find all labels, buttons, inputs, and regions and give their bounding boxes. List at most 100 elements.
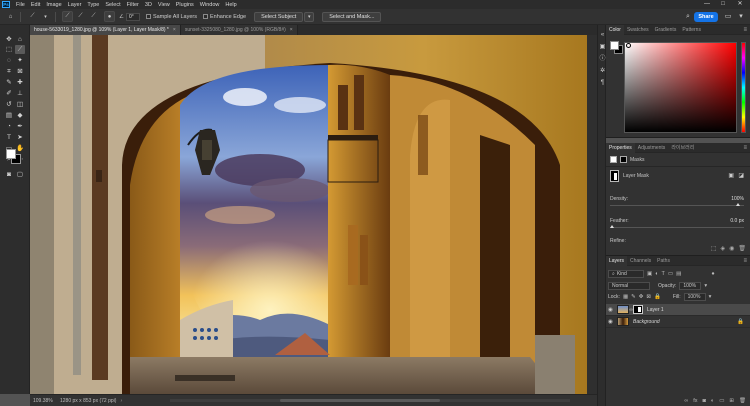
filter-toggle-icon[interactable]: ●	[711, 271, 714, 277]
crop-tool-icon[interactable]: ⌗	[4, 67, 14, 76]
blur-tool-icon[interactable]: ◆	[15, 111, 25, 120]
disable-mask-icon[interactable]: ◉	[729, 245, 734, 252]
visibility-eye-icon[interactable]: ◉	[606, 307, 615, 313]
layer-name[interactable]: Background	[633, 319, 660, 325]
close-icon[interactable]: ×	[290, 27, 293, 33]
tab-layers[interactable]: Layers	[606, 255, 628, 266]
artboard-tool-icon[interactable]: ⌂	[15, 35, 25, 44]
quick-mask-icon[interactable]: ◙	[4, 170, 14, 179]
layer-name[interactable]: Layer 1	[647, 307, 664, 313]
eraser-tool-icon[interactable]: ◫	[15, 100, 25, 109]
magic-wand-tool-icon[interactable]: ✦	[15, 56, 25, 65]
lock-artboard-icon[interactable]: ⊠	[646, 294, 651, 300]
pixel-filter-icon[interactable]: ▣	[647, 271, 652, 277]
history-brush-tool-icon[interactable]: ↺	[4, 100, 14, 109]
color-saturation-field[interactable]	[624, 42, 737, 133]
menu-view[interactable]: View	[155, 2, 173, 8]
mask-icon[interactable]: ◙	[703, 398, 706, 404]
zoom-level[interactable]: 109.38%	[30, 398, 56, 404]
color-picker-cursor[interactable]	[626, 43, 631, 48]
menu-window[interactable]: Window	[197, 2, 223, 8]
tab-swatches[interactable]: Swatches	[624, 25, 652, 35]
foreground-color-swatch[interactable]	[610, 41, 619, 50]
feather-slider-handle[interactable]	[610, 225, 614, 228]
menu-help[interactable]: Help	[222, 2, 239, 8]
vertical-scrollbar[interactable]	[587, 35, 597, 394]
close-window-button[interactable]: ✕	[733, 0, 747, 9]
chevron-down-icon[interactable]: ▾	[304, 11, 315, 22]
layer-row-background[interactable]: ◉ Background 🔒	[606, 316, 750, 328]
chevron-right-icon[interactable]: ›	[120, 398, 122, 404]
type-tool-icon[interactable]: T	[4, 133, 14, 142]
select-pixel-mask-icon[interactable]: ▣	[728, 172, 734, 179]
adjustment-filter-icon[interactable]: ◐	[655, 271, 658, 277]
tab-properties[interactable]: Properties	[606, 142, 635, 153]
hand-tool-icon[interactable]: ✋	[15, 144, 25, 153]
tab-channels[interactable]: Channels	[627, 256, 654, 266]
gradient-tool-icon[interactable]: ▤	[4, 111, 14, 120]
group-icon[interactable]: ▭	[719, 398, 724, 404]
lock-position-icon[interactable]: ✥	[639, 294, 644, 300]
add-vector-mask-icon[interactable]: ◪	[738, 172, 744, 179]
blend-mode-dropdown[interactable]: Normal	[608, 282, 650, 290]
layer-row-layer-1[interactable]: ◉ ∞ Layer 1	[606, 304, 750, 316]
menu-layer[interactable]: Layer	[65, 2, 85, 8]
clone-stamp-tool-icon[interactable]: ⊥	[15, 89, 25, 98]
subtract-from-selection-icon[interactable]: ⟋	[88, 11, 99, 22]
trash-icon[interactable]: 🗑	[738, 245, 746, 252]
opacity-field[interactable]: 100%	[679, 282, 702, 290]
chevron-down-icon[interactable]: ▾	[709, 294, 712, 300]
chevron-down-icon[interactable]: ▾	[704, 283, 707, 289]
density-slider[interactable]	[610, 205, 744, 206]
fx-icon[interactable]: fx	[693, 398, 697, 404]
maximize-button[interactable]: □	[716, 0, 730, 9]
screen-mode-icon[interactable]: ▢	[15, 170, 25, 179]
load-selection-icon[interactable]: ⬚	[711, 245, 717, 252]
brush-tool-icon[interactable]: ✐	[4, 89, 14, 98]
search-icon[interactable]: ⌕	[682, 11, 694, 23]
tab-libraries[interactable]: 라이브러리	[668, 143, 697, 153]
eyedropper-tool-icon[interactable]: ✎	[4, 78, 14, 87]
share-button[interactable]: Share	[694, 12, 718, 22]
pen-tool-icon[interactable]: ✒	[15, 122, 25, 131]
hue-slider[interactable]	[741, 42, 746, 133]
select-and-mask-button[interactable]: Select and Mask...	[322, 11, 382, 22]
panel-menu-icon[interactable]: ≡	[743, 143, 747, 153]
new-layer-icon[interactable]: ⊞	[729, 398, 734, 404]
foreground-color-swatch[interactable]	[6, 149, 16, 159]
horizontal-scrollbar[interactable]	[170, 399, 570, 402]
sample-all-layers-checkbox[interactable]: Sample All Layers	[145, 14, 197, 20]
lasso-tool-icon[interactable]: ◌	[4, 56, 14, 65]
new-selection-icon[interactable]: ⟋	[62, 11, 73, 22]
panel-menu-icon[interactable]: ≡	[743, 25, 747, 35]
workspace-icon[interactable]: ▭	[722, 11, 734, 23]
apply-mask-icon[interactable]: ◈	[721, 245, 726, 252]
density-value[interactable]: 100%	[731, 196, 744, 202]
lock-image-icon[interactable]: ✎	[631, 294, 636, 300]
quick-select-preset-icon[interactable]: ⟋	[27, 11, 38, 22]
tab-patterns[interactable]: Patterns	[679, 25, 704, 35]
quick-select-tool-icon[interactable]: ⟋	[15, 45, 25, 54]
chevron-down-icon[interactable]: ▾	[40, 11, 51, 22]
type-filter-icon[interactable]: T	[662, 271, 665, 277]
path-select-tool-icon[interactable]: ➤	[15, 133, 25, 142]
marquee-tool-icon[interactable]: ⬚	[4, 45, 14, 54]
scrollbar-thumb[interactable]	[280, 399, 440, 402]
minimize-button[interactable]: —	[700, 0, 714, 9]
move-tool-icon[interactable]: ✥	[4, 35, 14, 44]
frame-tool-icon[interactable]: ⊠	[15, 67, 25, 76]
lock-all-icon[interactable]: 🔒	[654, 294, 661, 300]
adjustment-icon[interactable]: ◐	[711, 398, 714, 404]
close-icon[interactable]: ×	[173, 27, 176, 33]
brush-size-icon[interactable]: ●	[104, 11, 115, 22]
menu-edit[interactable]: Edit	[28, 2, 43, 8]
layer-kind-filter[interactable]: ⌕ Kind	[608, 270, 644, 278]
angle-field[interactable]: 0°	[125, 12, 140, 21]
tab-house-document[interactable]: house-5633019_1280.jpg @ 109% (Layer 1, …	[30, 25, 181, 35]
panel-menu-icon[interactable]: ≡	[743, 256, 747, 266]
visibility-eye-icon[interactable]: ◉	[606, 319, 615, 325]
fill-field[interactable]: 100%	[683, 293, 706, 301]
feather-value[interactable]: 0.0 px	[730, 218, 744, 224]
tab-adjustments[interactable]: Adjustments	[635, 143, 669, 153]
add-to-selection-icon[interactable]: ⟋	[75, 11, 86, 22]
